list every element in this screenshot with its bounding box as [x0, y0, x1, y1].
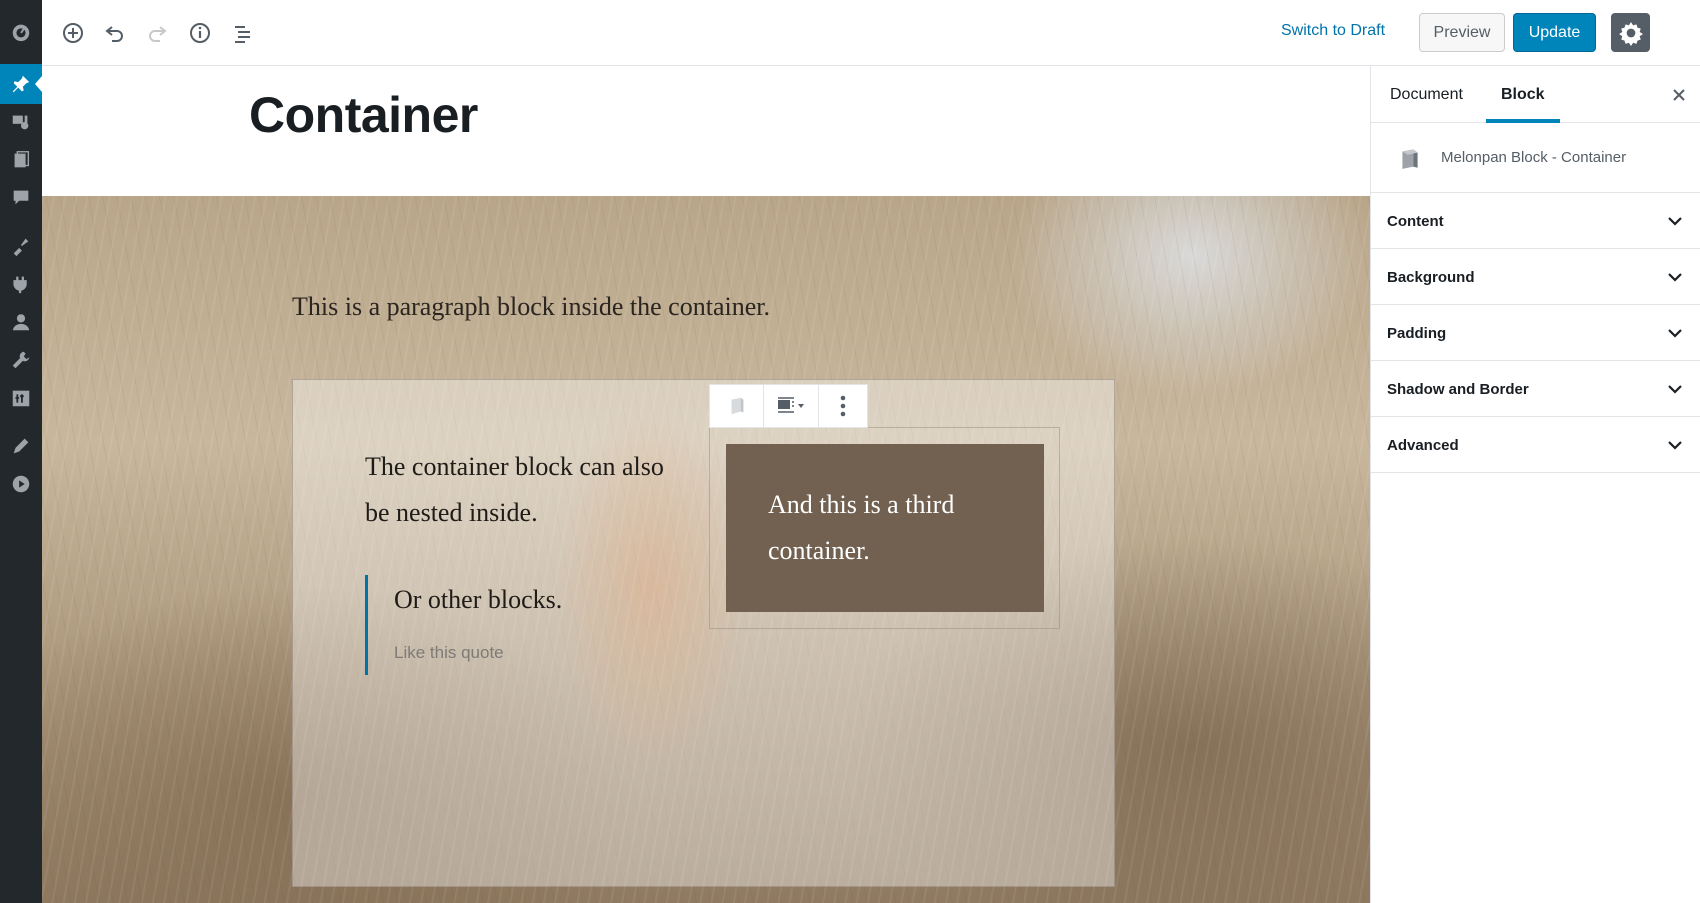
block-type-icon[interactable]	[710, 385, 764, 427]
third-container-block[interactable]: And this is a third container.	[709, 427, 1060, 629]
plugins-icon[interactable]	[0, 264, 42, 304]
panel-content[interactable]: Content	[1371, 194, 1700, 249]
quote-text[interactable]: Or other blocks.	[394, 585, 562, 615]
update-button[interactable]: Update	[1513, 13, 1596, 52]
editor-canvas: Container This is a paragraph block insi…	[42, 66, 1370, 903]
tab-document[interactable]: Document	[1375, 66, 1478, 123]
add-block-icon[interactable]	[58, 18, 88, 48]
preview-button[interactable]: Preview	[1419, 13, 1505, 52]
chevron-down-icon	[1668, 217, 1682, 226]
nested-paragraph[interactable]: The container block can also be nested i…	[365, 444, 685, 536]
align-icon	[778, 397, 804, 413]
appearance-icon[interactable]	[0, 226, 42, 266]
chevron-down-icon	[1668, 273, 1682, 282]
users-icon[interactable]	[0, 302, 42, 342]
sidebar-tabs: Document Block	[1371, 66, 1700, 123]
settings-button[interactable]	[1611, 13, 1650, 52]
redo-icon[interactable]	[142, 18, 172, 48]
quote-block[interactable]: Or other blocks. Like this quote	[365, 575, 562, 675]
list-icon[interactable]	[228, 18, 258, 48]
media-icon[interactable]	[0, 102, 42, 142]
info-icon[interactable]	[185, 18, 215, 48]
admin-sidebar	[0, 0, 42, 903]
align-dropdown[interactable]	[764, 385, 819, 427]
cover-container-block[interactable]: This is a paragraph block inside the con…	[42, 196, 1370, 903]
undo-icon[interactable]	[100, 18, 130, 48]
close-icon[interactable]	[1668, 84, 1690, 106]
switch-to-draft-link[interactable]: Switch to Draft	[1281, 22, 1385, 40]
third-container-inner[interactable]: And this is a third container.	[726, 444, 1044, 612]
nested-container-block[interactable]: The container block can also be nested i…	[292, 379, 1115, 887]
cover-paragraph[interactable]: This is a paragraph block inside the con…	[292, 292, 770, 322]
third-container-text[interactable]: And this is a third container.	[768, 482, 1002, 574]
quote-citation[interactable]: Like this quote	[394, 643, 562, 663]
play-icon[interactable]	[0, 464, 42, 504]
settings-icon[interactable]	[0, 378, 42, 418]
editor-toolbar: Switch to Draft Preview Update	[42, 0, 1700, 66]
dashboard-icon[interactable]	[0, 12, 42, 52]
more-vertical-icon	[840, 395, 846, 417]
container-block-icon	[1402, 148, 1418, 169]
chevron-down-icon	[1668, 329, 1682, 338]
panel-padding[interactable]: Padding	[1371, 306, 1700, 361]
post-title[interactable]: Container	[249, 86, 478, 144]
panel-shadow-and-border[interactable]: Shadow and Border	[1371, 362, 1700, 417]
pages-icon[interactable]	[0, 140, 42, 180]
gear-icon	[1618, 21, 1643, 46]
block-card: Melonpan Block - Container	[1371, 123, 1700, 193]
comments-icon[interactable]	[0, 178, 42, 218]
tools-icon[interactable]	[0, 340, 42, 380]
chevron-down-icon	[1668, 441, 1682, 450]
panel-background[interactable]: Background	[1371, 250, 1700, 305]
block-toolbar	[709, 384, 868, 428]
edit-icon[interactable]	[0, 426, 42, 466]
panel-advanced[interactable]: Advanced	[1371, 418, 1700, 473]
pin-icon[interactable]	[0, 64, 42, 104]
block-more-button[interactable]	[819, 385, 867, 427]
chevron-down-icon	[1668, 385, 1682, 394]
settings-sidebar: Document Block Melonpan Block - Containe…	[1370, 66, 1700, 903]
tab-block[interactable]: Block	[1486, 66, 1560, 123]
block-card-title: Melonpan Block - Container	[1441, 149, 1627, 166]
